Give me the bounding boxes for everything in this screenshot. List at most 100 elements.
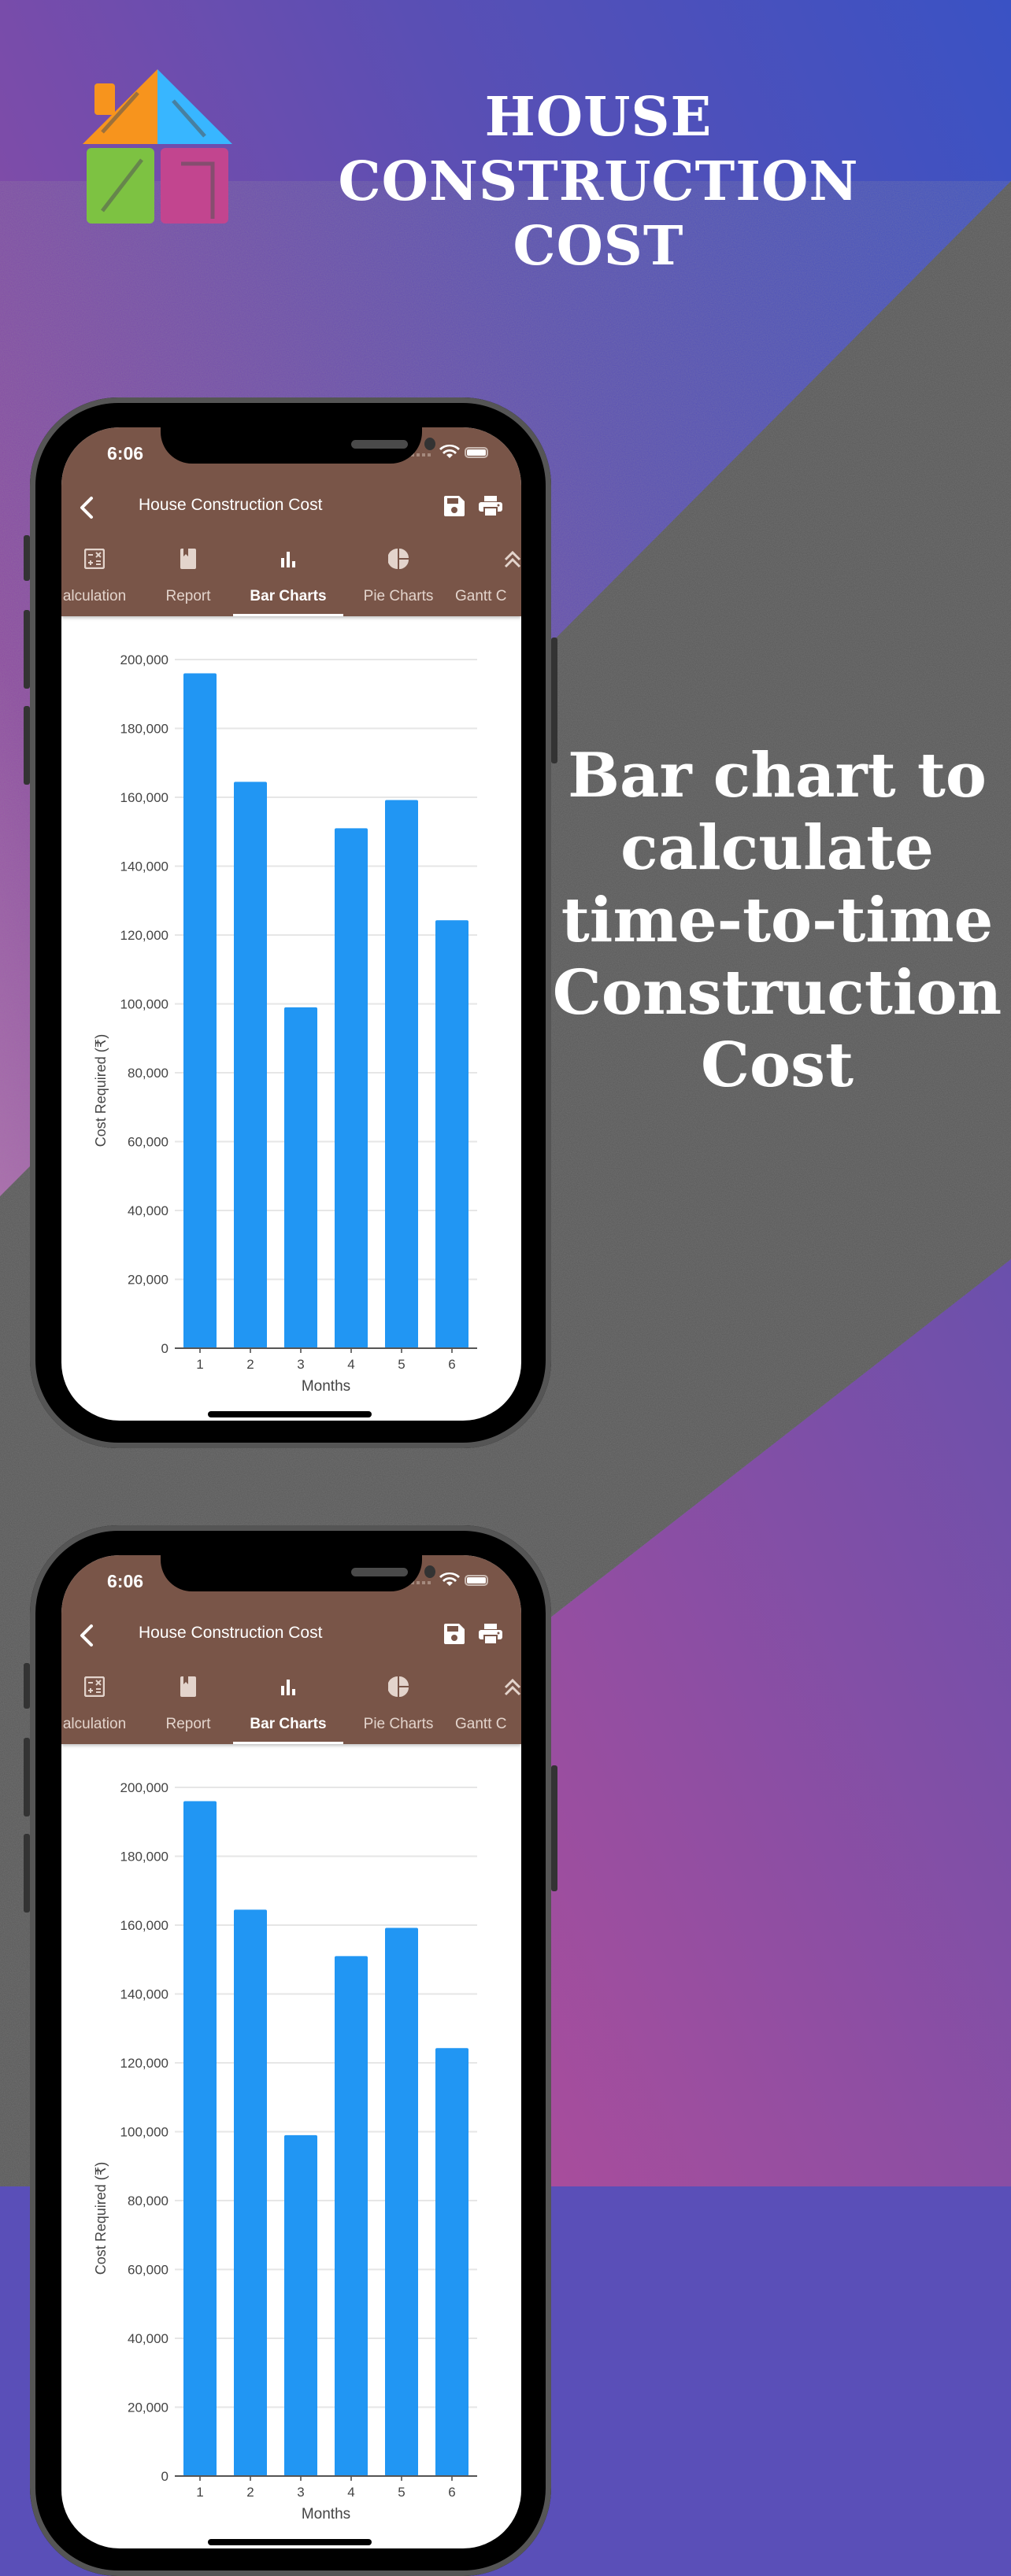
x-axis-title: Months bbox=[302, 2506, 350, 2522]
bar-month-1 bbox=[183, 1801, 217, 2476]
side-button-mute bbox=[24, 1663, 30, 1709]
phone-screen: 6:06 House Construction Cost alculation … bbox=[61, 1555, 521, 2548]
tab-pie-charts[interactable]: Pie Charts bbox=[351, 1665, 446, 1744]
y-tick-label: 60,000 bbox=[128, 2263, 168, 2278]
x-tick-label: 4 bbox=[347, 2485, 354, 2500]
bar-month-3 bbox=[284, 1007, 317, 1348]
tab-gantt-chart[interactable]: Gantt C bbox=[455, 1665, 521, 1744]
tab-bar: alculation Report Bar Charts Pie Charts … bbox=[61, 1665, 521, 1744]
side-button-power bbox=[551, 1765, 557, 1891]
print-icon[interactable] bbox=[479, 496, 502, 516]
bar-month-5 bbox=[385, 800, 418, 1348]
y-tick-label: 80,000 bbox=[128, 2193, 168, 2208]
x-tick-label: 6 bbox=[448, 1357, 455, 1372]
y-tick-label: 100,000 bbox=[120, 997, 168, 1012]
tagline-line: Cost bbox=[700, 1029, 854, 1101]
x-tick-label: 5 bbox=[398, 1357, 405, 1372]
x-tick-label: 3 bbox=[297, 1357, 304, 1372]
tagline-line: calculate bbox=[620, 812, 934, 884]
bar-month-2 bbox=[234, 782, 267, 1348]
speaker-grille bbox=[351, 440, 408, 449]
tab-bar: alculation Report Bar Charts Pie Charts … bbox=[61, 538, 521, 616]
x-tick-label: 5 bbox=[398, 2485, 405, 2500]
cellular-signal-icon bbox=[411, 453, 431, 456]
cellular-signal-icon bbox=[411, 1581, 431, 1584]
y-tick-label: 20,000 bbox=[128, 1273, 168, 1288]
side-button-volume-up bbox=[24, 610, 30, 689]
app-title: House Construction Cost bbox=[139, 496, 323, 514]
app-bar: 6:06 House Construction Cost alculation … bbox=[61, 1555, 521, 1744]
tagline-line: Construction bbox=[552, 957, 1002, 1029]
tab-pie-charts[interactable]: Pie Charts bbox=[351, 538, 446, 616]
side-button-power bbox=[551, 638, 557, 763]
home-indicator[interactable] bbox=[208, 1411, 372, 1417]
bar-chart-icon bbox=[281, 1680, 295, 1695]
x-axis-title: Months bbox=[302, 1378, 350, 1395]
tab-label: Gantt C bbox=[455, 1716, 507, 1732]
chevron-left-icon[interactable] bbox=[76, 493, 99, 522]
tagline-line: Bar chart to bbox=[568, 740, 987, 811]
bar-month-4 bbox=[335, 828, 368, 1348]
tab-label: Bar Charts bbox=[250, 588, 327, 604]
double-chevron-up-icon bbox=[504, 550, 521, 568]
tab-report[interactable]: Report bbox=[153, 538, 224, 616]
x-tick-label: 6 bbox=[448, 2485, 455, 2500]
x-tick-label: 2 bbox=[246, 2485, 254, 2500]
bar-chart: 0 20,000 40,000 60,000 80,000 100,000 120,000 1… bbox=[61, 616, 521, 1421]
y-tick-label: 20,000 bbox=[128, 2400, 168, 2415]
print-icon[interactable] bbox=[479, 1624, 502, 1644]
bar-chart-svg: 0 20,000 40,000 60,000 80,000 100,000 120,000 1… bbox=[93, 1780, 477, 2522]
banner-title: HOUSE CONSTRUCTION COST bbox=[236, 85, 961, 279]
y-tick-label: 40,000 bbox=[128, 2331, 168, 2346]
y-tick-label: 180,000 bbox=[120, 1850, 168, 1865]
home-indicator[interactable] bbox=[208, 2539, 372, 2545]
tab-label: alculation bbox=[62, 1716, 127, 1732]
y-tick-label: 180,000 bbox=[120, 722, 168, 737]
tab-report[interactable]: Report bbox=[153, 1665, 224, 1744]
x-tick-label: 4 bbox=[347, 1357, 354, 1372]
bar-month-1 bbox=[183, 673, 217, 1348]
front-camera bbox=[424, 1565, 435, 1578]
tab-label: Bar Charts bbox=[250, 1716, 327, 1732]
tab-calculation[interactable]: alculation bbox=[61, 1665, 143, 1744]
tab-calculation[interactable]: alculation bbox=[61, 538, 143, 616]
side-button-volume-down bbox=[24, 1834, 30, 1913]
y-axis-title: Cost Required (₹) bbox=[93, 2162, 109, 2275]
y-tick-label: 40,000 bbox=[128, 1203, 168, 1218]
bar-month-2 bbox=[234, 1909, 267, 2476]
banner-title-line-1: HOUSE CONSTRUCTION bbox=[338, 86, 859, 213]
side-button-mute bbox=[24, 535, 30, 581]
x-tick-label: 1 bbox=[196, 1357, 203, 1372]
bar-chart: 0 20,000 40,000 60,000 80,000 100,000 120,000 1… bbox=[61, 1744, 521, 2548]
tab-gantt-chart[interactable]: Gantt C bbox=[455, 538, 521, 616]
bar-chart-svg: 0 20,000 40,000 60,000 80,000 100,000 120,000 1… bbox=[93, 652, 477, 1395]
app-logo bbox=[83, 69, 232, 224]
tab-label: Gantt C bbox=[455, 588, 507, 604]
status-time: 6:06 bbox=[107, 443, 144, 464]
battery-icon bbox=[465, 447, 488, 458]
y-tick-label: 120,000 bbox=[120, 2056, 168, 2071]
save-icon[interactable] bbox=[444, 1624, 465, 1644]
notch bbox=[161, 1555, 435, 1591]
tagline-line: time-to-time bbox=[561, 885, 994, 956]
y-tick-label: 200,000 bbox=[120, 652, 168, 667]
app-title: House Construction Cost bbox=[139, 1624, 323, 1642]
side-button-volume-up bbox=[24, 1738, 30, 1817]
status-time: 6:06 bbox=[107, 1571, 144, 1591]
save-icon[interactable] bbox=[444, 496, 465, 516]
pie-chart-icon bbox=[388, 549, 409, 569]
chevron-left-icon[interactable] bbox=[76, 1621, 99, 1650]
y-tick-label: 120,000 bbox=[120, 928, 168, 943]
banner-title-line-2: COST bbox=[513, 215, 684, 278]
y-tick-label: 140,000 bbox=[120, 859, 168, 874]
y-tick-label: 80,000 bbox=[128, 1066, 168, 1081]
bar-month-4 bbox=[335, 1956, 368, 2476]
y-tick-label: 60,000 bbox=[128, 1135, 168, 1150]
phone-mockup: 6:06 House Construction Cost alculation … bbox=[24, 1525, 557, 2576]
y-tick-label: 0 bbox=[161, 1341, 168, 1356]
tab-label: Report bbox=[165, 588, 211, 604]
tab-bar-charts[interactable]: Bar Charts bbox=[233, 538, 343, 616]
x-tick-label: 3 bbox=[297, 2485, 304, 2500]
y-tick-label: 200,000 bbox=[120, 1780, 168, 1795]
tab-bar-charts[interactable]: Bar Charts bbox=[233, 1665, 343, 1744]
